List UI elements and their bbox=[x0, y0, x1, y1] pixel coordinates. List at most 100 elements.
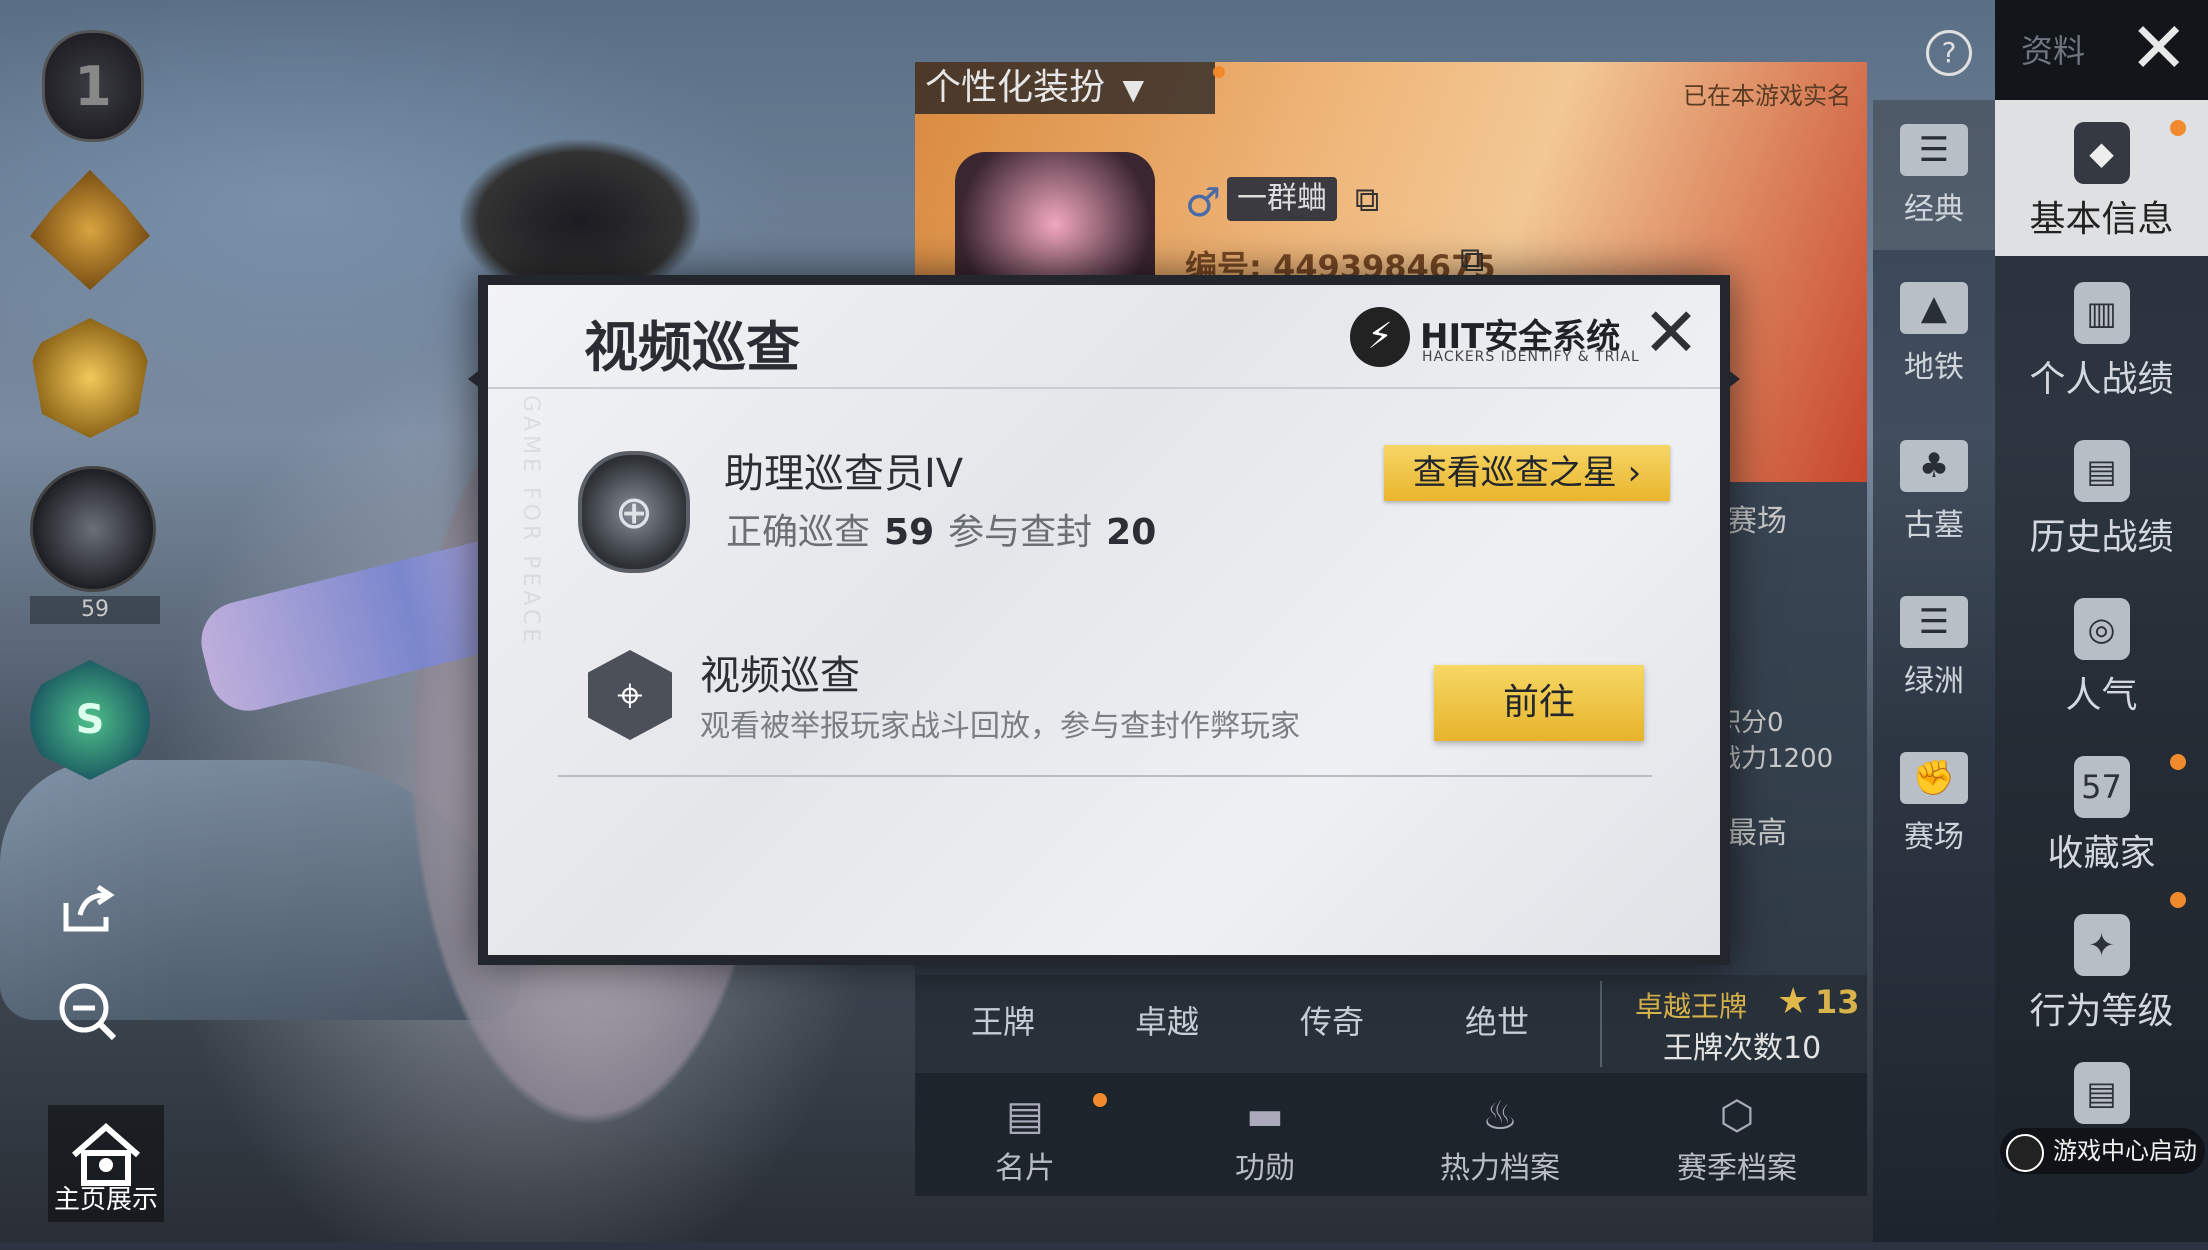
user-shield-icon: ◆ bbox=[2073, 122, 2130, 184]
mode-tab-metro[interactable]: ▲ 地铁 bbox=[1873, 258, 1995, 408]
sidebar-item-label: 基本信息 bbox=[2029, 199, 2174, 240]
game-center-launch-tag: 游戏中心启动 bbox=[2000, 1128, 2205, 1174]
left-badge-column: 1 59 S bbox=[30, 30, 160, 808]
tab-label: 功勋 bbox=[1235, 1151, 1295, 1186]
mode-label: 经典 bbox=[1904, 192, 1964, 227]
star-icon: ★ bbox=[1777, 981, 1810, 1022]
dialog-close-button[interactable]: ✕ bbox=[1636, 299, 1706, 369]
dialog-header: 视频巡查 ⚡ HIT安全系统 HACKERS IDENTIFY & TRIAL … bbox=[488, 285, 1720, 389]
sidebar-item-history-record[interactable]: ▤ 历史战绩 bbox=[1995, 418, 2208, 574]
tab-label: 热力档案 bbox=[1440, 1151, 1560, 1186]
tier-row: 王牌 卓越 传奇 绝世 卓越王牌 ★ 13 王牌次数10 bbox=[915, 975, 1867, 1073]
tier-label: 卓越 bbox=[1135, 1003, 1200, 1041]
season-icon: ⬡ bbox=[1719, 1093, 1755, 1139]
dress-up-label: 个性化装扮 bbox=[925, 67, 1106, 108]
patrol-star-button[interactable]: 查看巡查之星 › bbox=[1384, 445, 1670, 501]
mode-tab-tomb[interactable]: ♣ 古墓 bbox=[1873, 416, 1995, 566]
sidebar-title: 资料 bbox=[2021, 32, 2086, 70]
dialog-corner-left bbox=[468, 365, 486, 393]
sidebar-item-label: 个人战绩 bbox=[2029, 359, 2174, 400]
sidebar-item-collector[interactable]: 57 收藏家 bbox=[1995, 734, 2208, 890]
hit-brand-subtitle: HACKERS IDENTIFY & TRIAL bbox=[1422, 349, 1640, 365]
sidebar-item-popularity[interactable]: ◎ 人气 bbox=[1995, 576, 2208, 732]
dress-up-tab[interactable]: 个性化装扮 ▼ bbox=[915, 62, 1225, 114]
fire-rank-badge[interactable] bbox=[30, 170, 150, 290]
profile-sidebar: 资料 ✕ ◆ 基本信息 ▥ 个人战绩 ▤ 历史战绩 ◎ 人气 57 收藏家 ✦ … bbox=[1995, 0, 2208, 1242]
correct-patrol-label: 正确巡查 bbox=[726, 512, 871, 553]
level-badge-number: 1 bbox=[74, 54, 112, 118]
level-badge[interactable]: 1 bbox=[42, 30, 144, 142]
notification-dot bbox=[2170, 120, 2186, 136]
mode-label: 古墓 bbox=[1904, 508, 1964, 543]
scope-badge[interactable] bbox=[30, 466, 156, 592]
collector-icon: 57 bbox=[2073, 756, 2130, 818]
copy-id-icon[interactable]: ⧉ bbox=[1460, 240, 1484, 280]
correct-patrol-value: 59 bbox=[884, 512, 935, 553]
qq-penguin-icon bbox=[2006, 1134, 2044, 1172]
tier-label: 王牌 bbox=[971, 1003, 1036, 1041]
bolt-rank-badge[interactable] bbox=[30, 318, 150, 438]
chart-doc-icon: ▥ bbox=[2073, 282, 2130, 344]
sidebar-item-label: 行为等级 bbox=[2029, 991, 2174, 1032]
close-profile-icon[interactable]: ✕ bbox=[2129, 8, 2188, 88]
patrol-rank-name: 助理巡查员IV bbox=[724, 451, 964, 497]
tomb-icon: ♣ bbox=[1900, 440, 1968, 492]
mode-tab-oasis[interactable]: ☰ 绿洲 bbox=[1873, 572, 1995, 722]
crosshair-icon: ⌖ bbox=[588, 650, 672, 740]
oasis-icon: ☰ bbox=[1900, 596, 1968, 648]
ban-participation-label: 参与查封 bbox=[948, 512, 1093, 553]
arena-icon: ✊ bbox=[1900, 752, 1968, 804]
scope-badge-count: 59 bbox=[30, 596, 160, 624]
mode-sidebar: ☰ 经典 ▲ 地铁 ♣ 古墓 ☰ 绿洲 ✊ 赛场 bbox=[1873, 100, 1995, 1242]
notification-dot bbox=[2170, 892, 2186, 908]
bottom-tab-bar: ▤ 名片 ▬ 功勋 ♨ 热力档案 ⬡ 赛季档案 bbox=[915, 1073, 1867, 1196]
ace-count: 王牌次数10 bbox=[1663, 1031, 1822, 1066]
tab-name-card[interactable]: ▤ 名片 bbox=[935, 1093, 1115, 1187]
home-display-button[interactable]: 主页展示 bbox=[48, 1105, 164, 1222]
task-title: 视频巡查 bbox=[700, 653, 860, 699]
history-doc-icon: ▤ bbox=[2073, 440, 2130, 502]
copy-icon[interactable]: ⧉ bbox=[1355, 180, 1379, 220]
mode-tab-arena[interactable]: ✊ 赛场 bbox=[1873, 728, 1995, 878]
s-rank-letter: S bbox=[75, 697, 105, 743]
home-display-label: 主页展示 bbox=[53, 1185, 158, 1215]
hit-shield-logo-icon: ⚡ bbox=[1350, 307, 1410, 367]
ace-label: 卓越王牌 bbox=[1635, 990, 1748, 1023]
dialog-title: 视频巡查 bbox=[584, 316, 800, 379]
sidebar-item-basic-info[interactable]: ◆ 基本信息 bbox=[1995, 100, 2208, 256]
stats-side-text: 最高 bbox=[1727, 816, 1787, 851]
share-button[interactable] bbox=[48, 870, 128, 950]
video-patrol-dialog: 视频巡查 ⚡ HIT安全系统 HACKERS IDENTIFY & TRIAL … bbox=[468, 275, 1740, 965]
ban-participation-value: 20 bbox=[1106, 512, 1157, 553]
sidebar-top-bar: 资料 ✕ bbox=[1995, 0, 2208, 100]
male-gender-icon: ♂ bbox=[1185, 180, 1221, 226]
tab-season-archive[interactable]: ⬡ 赛季档案 bbox=[1647, 1093, 1827, 1187]
notification-dot bbox=[2170, 754, 2186, 770]
zoom-out-button[interactable] bbox=[48, 972, 128, 1052]
sidebar-item-personal-record[interactable]: ▥ 个人战绩 bbox=[1995, 260, 2208, 416]
help-icon[interactable]: ? bbox=[1926, 30, 1972, 76]
tab-label: 名片 bbox=[995, 1151, 1055, 1186]
s-rank-badge[interactable]: S bbox=[30, 660, 150, 780]
sidebar-item-label: 历史战绩 bbox=[2029, 517, 2174, 558]
tier-label: 绝世 bbox=[1465, 1003, 1530, 1041]
dialog-body: 视频巡查 ⚡ HIT安全系统 HACKERS IDENTIFY & TRIAL … bbox=[488, 285, 1720, 955]
notification-dot bbox=[1093, 1093, 1107, 1107]
tab-heat-archive[interactable]: ♨ 热力档案 bbox=[1410, 1093, 1590, 1187]
realname-status: 已在本游戏实名 bbox=[1683, 82, 1851, 110]
sidebar-item-label: 收藏家 bbox=[2047, 833, 2156, 874]
mode-label: 地铁 bbox=[1904, 350, 1964, 385]
share-icon bbox=[63, 885, 115, 932]
tab-merit[interactable]: ▬ 功勋 bbox=[1175, 1093, 1355, 1187]
patrol-rank-emblem-icon: ⊕ bbox=[578, 451, 690, 573]
tab-label: 赛季档案 bbox=[1677, 1151, 1797, 1186]
sidebar-item-label: 人气 bbox=[2065, 675, 2138, 716]
tier-divider bbox=[1600, 981, 1602, 1067]
mode-tab-classic[interactable]: ☰ 经典 bbox=[1873, 100, 1995, 250]
sidebar-item-document[interactable]: ▤ bbox=[1995, 1040, 2208, 1124]
patrol-stats: 正确巡查 59 参与查封 20 bbox=[726, 503, 1170, 555]
mode-label: 赛场 bbox=[1904, 820, 1964, 855]
sidebar-item-behavior-level[interactable]: ✦ 行为等级 bbox=[1995, 892, 2208, 1048]
go-button[interactable]: 前往 bbox=[1434, 665, 1644, 741]
nickname: 一群蛐 bbox=[1227, 177, 1337, 221]
